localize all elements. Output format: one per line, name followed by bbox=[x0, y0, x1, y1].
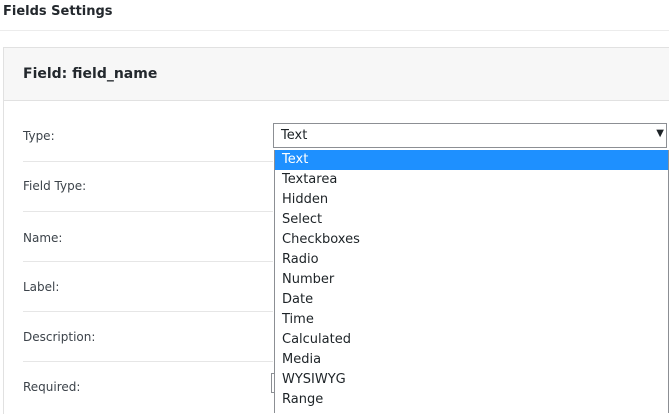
type-option-checkboxes[interactable]: Checkboxes bbox=[275, 230, 668, 250]
type-label: Type: bbox=[23, 129, 55, 143]
row-divider bbox=[23, 311, 273, 312]
type-option-wysiwyg[interactable]: WYSIWYG bbox=[275, 370, 668, 390]
type-option-textarea[interactable]: Textarea bbox=[275, 170, 668, 190]
type-option-hidden[interactable]: Hidden bbox=[275, 190, 668, 210]
panel-title: Field: field_name bbox=[23, 66, 158, 82]
type-select-value: Text bbox=[281, 128, 308, 143]
row-divider bbox=[23, 361, 273, 362]
page-title: Fields Settings bbox=[3, 4, 113, 19]
description-label: Description: bbox=[23, 330, 96, 344]
type-option-calculated[interactable]: Calculated bbox=[275, 330, 668, 350]
row-divider bbox=[23, 261, 273, 262]
type-select[interactable]: Text ▼ bbox=[273, 123, 667, 148]
row-divider bbox=[23, 211, 273, 212]
type-option-number[interactable]: Number bbox=[275, 270, 668, 290]
type-option-text[interactable]: Text bbox=[275, 150, 668, 170]
triangle-down-icon: ▼ bbox=[656, 128, 664, 139]
label-label: Label: bbox=[23, 280, 60, 294]
field-type-label: Field Type: bbox=[23, 179, 87, 193]
row-divider bbox=[23, 161, 273, 162]
type-option-date[interactable]: Date bbox=[275, 290, 668, 310]
required-label: Required: bbox=[23, 380, 81, 394]
type-option-select[interactable]: Select bbox=[275, 210, 668, 230]
name-label: Name: bbox=[23, 231, 63, 245]
type-option-time[interactable]: Time bbox=[275, 310, 668, 330]
type-dropdown-list: Text Textarea Hidden Select Checkboxes Radio N… bbox=[274, 150, 669, 413]
type-option-media[interactable]: Media bbox=[275, 350, 668, 370]
type-option-radio[interactable]: Radio bbox=[275, 250, 668, 270]
panel-header: Field: field_name bbox=[4, 48, 669, 101]
type-option-range[interactable]: Range bbox=[275, 390, 668, 410]
header-divider bbox=[0, 30, 669, 31]
